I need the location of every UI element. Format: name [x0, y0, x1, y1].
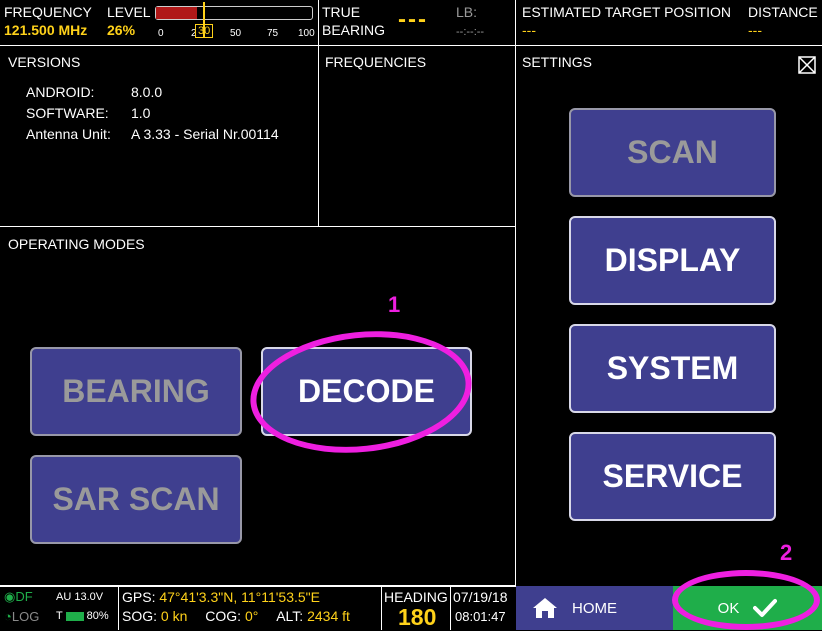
- level-meter-fill: [156, 7, 197, 19]
- bearing-value: ---: [398, 6, 428, 33]
- level-tick-100: 100: [298, 28, 315, 39]
- level-label: LEVEL: [107, 4, 151, 20]
- ok-highlight-annotation: [672, 570, 820, 630]
- status-divider-3: [450, 586, 451, 630]
- antenna-value: A 3.33 - Serial Nr.00114: [131, 126, 279, 142]
- home-label: HOME: [572, 599, 617, 617]
- software-key: SOFTWARE:: [26, 105, 109, 121]
- android-value: 8.0.0: [131, 84, 163, 100]
- alt-value: 2434 ft: [307, 608, 350, 624]
- bearing-mode-button[interactable]: BEARING: [30, 347, 242, 436]
- home-icon: [533, 598, 557, 618]
- software-value: 1.0: [131, 105, 151, 121]
- distance-value: ---: [748, 22, 762, 38]
- log-status: ◔LOG: [4, 609, 39, 624]
- true-label: TRUE: [322, 4, 361, 20]
- annotation-number-2: 2: [780, 540, 793, 565]
- annotation-number-1: 1: [388, 292, 401, 317]
- level-meter: [155, 6, 313, 20]
- close-icon[interactable]: [798, 56, 816, 74]
- satellite-icon: ◉: [4, 589, 16, 604]
- date-value: 07/19/18: [453, 589, 508, 605]
- alt-label: ALT:: [276, 608, 304, 624]
- battery-value: 80%: [86, 610, 109, 622]
- android-key: ANDROID:: [26, 84, 95, 100]
- distance-label: DISTANCE: [748, 4, 818, 20]
- service-settings-button[interactable]: SERVICE: [569, 432, 776, 521]
- antenna-key: Antenna Unit:: [26, 126, 111, 142]
- time-value: 08:01:47: [455, 609, 506, 624]
- level-value: 26%: [107, 22, 136, 38]
- gps-label: GPS:: [122, 589, 156, 605]
- lb-label: LB:: [456, 4, 478, 20]
- operating-modes-title: OPERATING MODES: [8, 236, 145, 252]
- level-tick-50: 50: [230, 28, 242, 39]
- scan-settings-button[interactable]: SCAN: [569, 108, 776, 197]
- frequency-panel: FREQUENCY 121.500 MHz LEVEL 26% 0 2 30 5…: [0, 0, 319, 46]
- frequencies-title: FREQUENCIES: [325, 54, 427, 70]
- sog-label: SOG:: [122, 608, 158, 624]
- gps-value: 47°41'3.3"N, 11°11'53.5"E: [159, 589, 320, 605]
- versions-panel: VERSIONS ANDROID: 8.0.0 SOFTWARE: 1.0 An…: [0, 46, 319, 227]
- display-settings-button[interactable]: DISPLAY: [569, 216, 776, 305]
- estimated-label: ESTIMATED TARGET POSITION: [522, 4, 731, 20]
- frequency-value: 121.500 MHz: [4, 22, 88, 38]
- cog-value: 0°: [244, 608, 259, 624]
- df-label: DF: [15, 589, 33, 604]
- level-tick-0: 0: [158, 28, 164, 39]
- level-threshold-value[interactable]: 30: [195, 24, 214, 38]
- lb-value: --:--:--: [456, 26, 485, 38]
- estimated-value: ---: [522, 22, 536, 38]
- sar-scan-mode-button[interactable]: SAR SCAN: [30, 455, 242, 544]
- nav-readout: SOG: 0 kn COG: 0° ALT: 2434 ft: [122, 608, 350, 624]
- heading-value: 180: [398, 604, 437, 630]
- status-divider-2: [381, 586, 382, 630]
- au-voltage: AU 13.0V: [56, 591, 104, 603]
- bearing-panel: TRUE BEARING --- LB: --:--:--: [318, 0, 516, 46]
- battery-icon: [65, 611, 84, 621]
- home-button[interactable]: HOME: [516, 586, 673, 630]
- bearing-label: BEARING: [322, 22, 386, 38]
- gps-readout: GPS: 47°41'3.3"N, 11°11'53.5"E: [122, 589, 320, 605]
- target-position-panel: ESTIMATED TARGET POSITION --- DISTANCE -…: [516, 0, 822, 46]
- versions-title: VERSIONS: [8, 54, 81, 70]
- df-status: ◉DF: [4, 589, 33, 605]
- gauge-icon: ◔: [4, 609, 12, 624]
- settings-title: SETTINGS: [522, 54, 593, 70]
- status-divider-1: [118, 586, 119, 630]
- system-settings-button[interactable]: SYSTEM: [569, 324, 776, 413]
- level-tick-75: 75: [267, 28, 279, 39]
- heading-label: HEADING: [384, 589, 448, 605]
- frequency-label: FREQUENCY: [4, 4, 92, 20]
- battery-status: T 80%: [56, 610, 109, 622]
- battery-label: T: [56, 610, 63, 622]
- log-label: LOG: [11, 609, 40, 624]
- cog-label: COG:: [205, 608, 242, 624]
- sog-value: 0 kn: [160, 608, 188, 624]
- frequencies-panel: FREQUENCIES: [318, 46, 516, 227]
